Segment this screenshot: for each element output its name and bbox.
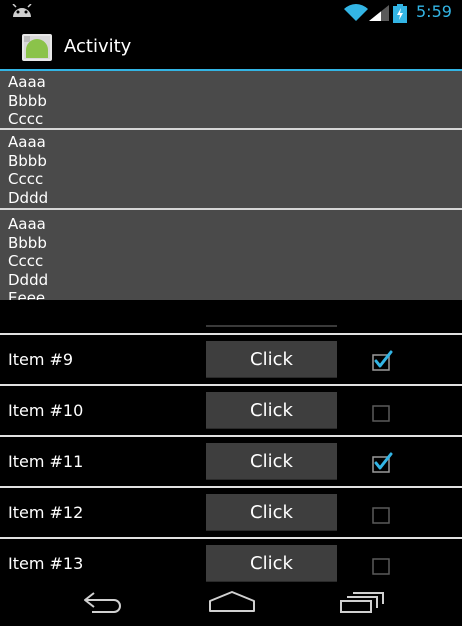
list-item [0,300,462,333]
list-item: Item #10 Click [0,386,462,435]
text-line: Bbbb [8,151,47,170]
click-button[interactable]: Click [206,341,337,378]
text-block-2: Aaaa Bbbb Cccc Dddd [0,130,462,208]
cell-signal-icon [369,5,389,21]
list-item: Item #13 Click [0,539,462,582]
click-button[interactable]: Click [206,545,337,582]
home-icon[interactable] [207,589,257,615]
text-line: Eeee [8,289,46,300]
text-line: Cccc [8,170,44,188]
battery-charging-icon [393,4,407,23]
text-line: Cccc [8,110,44,128]
android-notification-icon [12,4,32,17]
text-line: Bbbb [8,233,47,252]
text-line: Aaaa [8,133,46,151]
checkbox-unchecked-icon[interactable] [371,502,393,524]
item-list[interactable]: Item #9 Click Item #10 Click Item #11 Cl… [0,300,462,582]
item-label: Item #10 [8,401,84,420]
wifi-icon [344,4,368,22]
text-line: Bbbb [8,91,47,110]
status-clock: 5:59 [416,2,452,21]
click-button[interactable]: Click [206,494,337,531]
text-line: Dddd [8,188,49,207]
checkbox-unchecked-icon[interactable] [371,553,393,575]
click-button-partial[interactable] [206,325,337,327]
item-label: Item #12 [8,503,84,522]
click-button[interactable]: Click [206,392,337,429]
page-title: Activity [64,36,132,57]
list-item: Item #9 Click [0,335,462,384]
action-bar: Activity [0,25,462,69]
text-block-1: Aaaa Bbbb Cccc [0,71,462,128]
status-bar: 5:59 [0,0,462,25]
text-line: Aaaa [8,215,46,233]
app-launcher-icon[interactable] [22,34,52,61]
item-label: Item #13 [8,554,84,573]
recent-apps-icon[interactable] [338,589,386,615]
click-button[interactable]: Click [206,443,337,480]
checkbox-checked-icon[interactable] [371,349,393,371]
text-line: Aaaa [8,73,46,91]
list-item: Item #12 Click [0,488,462,537]
text-block-3[interactable]: Aaaa Bbbb Cccc Dddd Eeee [0,210,462,300]
checkbox-unchecked-icon[interactable] [371,400,393,422]
text-line: Dddd [8,270,49,289]
item-label: Item #9 [8,350,74,369]
list-item: Item #11 Click [0,437,462,486]
checkbox-checked-icon[interactable] [371,451,393,473]
back-icon[interactable] [82,589,128,615]
navigation-bar [0,582,462,626]
item-label: Item #11 [8,452,84,471]
text-line: Cccc [8,252,44,270]
